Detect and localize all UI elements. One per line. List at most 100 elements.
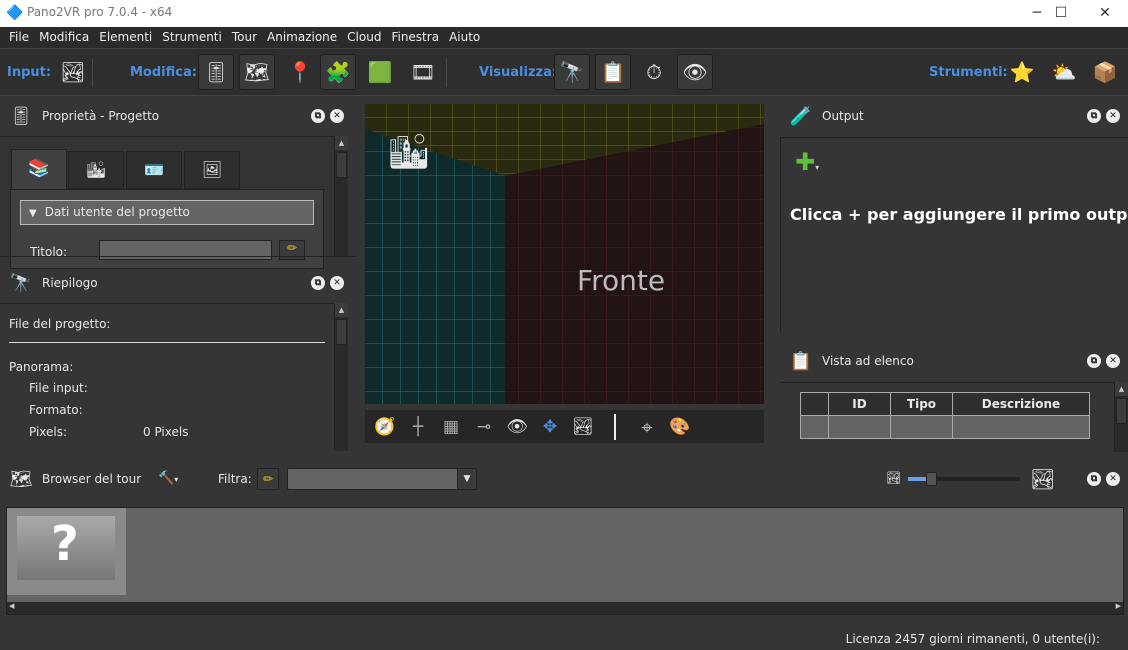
small-thumbnail-icon: 🏞 <box>886 471 902 485</box>
panorama-thumbnail[interactable]: ? <box>7 508 126 595</box>
maximize-button[interactable]: ☐ <box>1038 0 1084 27</box>
filter-combobox[interactable]: ▼ <box>287 468 477 490</box>
close-button[interactable]: ✕ <box>1082 0 1128 27</box>
stamp-dropdown-icon[interactable]: 🔨▾ <box>158 471 178 486</box>
viewer-toolbar: 🧭 ┼ ▦ ⊸ 👁 ✥ 🏞 ⌖ 🎨 <box>365 410 764 443</box>
output-header: 🧪 Output <box>780 100 1128 132</box>
menu-animazione[interactable]: Animazione <box>262 27 342 48</box>
dock-controls: ⧉ ✕ <box>1087 472 1120 486</box>
float-icon[interactable]: ⧉ <box>311 109 325 123</box>
divider <box>92 59 93 87</box>
strumenti-label: Strumenti: <box>929 65 1008 80</box>
app-logo-icon: 🔷 <box>6 5 24 21</box>
move-arrows-icon[interactable]: ✥ <box>538 417 562 437</box>
float-icon[interactable]: ⧉ <box>311 276 325 290</box>
properties-sliders-icon[interactable]: 🎚 <box>198 54 234 90</box>
animation-film-icon[interactable]: 🎞 <box>405 54 441 90</box>
slider-handle[interactable] <box>926 472 937 486</box>
patch-tool-icon[interactable]: ⭐ <box>1004 54 1040 90</box>
column-header-id[interactable]: ID <box>828 392 891 416</box>
project-file-label: File del progetto: <box>9 317 111 331</box>
tour-map-icon[interactable]: 🗺 <box>239 54 275 90</box>
question-mark-icon: ? <box>51 516 79 572</box>
menu-cloud[interactable]: Cloud <box>342 27 386 48</box>
divider <box>446 59 447 87</box>
menu-aiuto[interactable]: Aiuto <box>444 27 485 48</box>
clipboard-icon[interactable]: 📋 <box>595 54 631 90</box>
barrier-icon[interactable]: ⊸ <box>472 417 496 437</box>
menu-modifica[interactable]: Modifica <box>34 27 94 48</box>
tab-content: ▼ Dati utente del progetto Titolo: ✏ <box>10 189 324 269</box>
list-view-header: 📋 Vista ad elenco <box>780 345 1128 377</box>
summary-scrollbar[interactable]: ▲ <box>334 303 348 451</box>
view-cone-icon[interactable]: 👁 <box>505 417 529 437</box>
panorama-label: Panorama: <box>9 360 74 374</box>
table-row[interactable] <box>800 415 1090 439</box>
grid-icon[interactable]: ▦ <box>439 417 463 437</box>
menu-bar: File Modifica Elementi Strumenti Tour An… <box>0 27 1128 48</box>
eye-preview-icon[interactable]: 👁 <box>677 54 713 90</box>
menu-file[interactable]: File <box>4 27 34 48</box>
list-view-content: ID Tipo Descrizione <box>780 382 1114 452</box>
menu-elementi[interactable]: Elementi <box>94 27 157 48</box>
menu-finestra[interactable]: Finestra <box>386 27 444 48</box>
crosshair-icon[interactable]: ┼ <box>406 417 430 437</box>
target-icon[interactable]: ⌖ <box>635 415 659 439</box>
weather-icon[interactable]: ⛅ <box>1046 54 1082 90</box>
skin-editor-icon[interactable]: 🧩 <box>320 54 356 90</box>
chevron-down-icon[interactable]: ▼ <box>457 469 476 489</box>
output-panel: 🧪 Output ⧉ ✕ ✚▾ Clicca + per aggiungere i… <box>780 100 1128 334</box>
column-header[interactable] <box>800 392 829 416</box>
divider <box>9 342 325 343</box>
edit-pencil-icon[interactable]: ✏ <box>279 240 305 260</box>
float-icon[interactable]: ⧉ <box>1087 109 1101 123</box>
convert-icon[interactable]: 📦 <box>1087 54 1123 90</box>
horizontal-scrollbar[interactable]: ◀ ▶ <box>7 602 1123 614</box>
visualizza-label: Visualizza: <box>479 65 558 80</box>
summary-header: 🔭 Riepilogo <box>0 267 356 299</box>
panorama-viewer[interactable]: 🏙 Fronte <box>365 104 764 404</box>
panorama-icon[interactable]: 🏞 <box>571 417 595 437</box>
input-label: Input: <box>7 65 52 80</box>
column-header-tipo[interactable]: Tipo <box>890 392 953 416</box>
close-panel-icon[interactable]: ✕ <box>1106 109 1120 123</box>
output-empty-message: Clicca + per aggiungere il primo output! <box>790 205 1128 224</box>
file-input-label: File input: <box>29 381 88 395</box>
close-panel-icon[interactable]: ✕ <box>1106 472 1120 486</box>
float-icon[interactable]: ⧉ <box>1087 472 1101 486</box>
title-bar: 🔷 Pano2VR pro 7.0.4 - x64 ─ ☐ ✕ <box>0 0 1128 27</box>
add-output-button[interactable]: ✚▾ <box>795 148 819 176</box>
float-icon[interactable]: ⧉ <box>1087 354 1101 368</box>
column-header-descrizione[interactable]: Descrizione <box>952 392 1090 416</box>
close-panel-icon[interactable]: ✕ <box>1106 354 1120 368</box>
list-scrollbar[interactable]: ▲ <box>1114 382 1128 452</box>
tab-user-data[interactable]: 🪪 <box>126 151 182 189</box>
window-title: Pano2VR pro 7.0.4 - x64 <box>27 5 173 19</box>
binoculars-icon[interactable]: 🔭 <box>554 54 590 90</box>
face-label: Fronte <box>577 264 666 297</box>
titolo-input[interactable] <box>99 240 272 260</box>
scroll-left-icon[interactable]: ◀ <box>9 602 14 610</box>
properties-scrollbar[interactable]: ▲ <box>334 136 348 256</box>
google-street-view-icon[interactable]: 🟩 <box>362 54 398 90</box>
thumbnail-size-slider[interactable] <box>908 472 1020 486</box>
tab-project[interactable]: 📚 <box>11 149 67 189</box>
tour-browser-content: ? ◀ ▶ <box>6 507 1124 615</box>
tab-viewer[interactable]: 🖼 <box>184 151 240 189</box>
close-panel-icon[interactable]: ✕ <box>330 109 344 123</box>
filter-edit-icon[interactable]: ✏ <box>257 468 279 490</box>
output-title: Output <box>822 109 864 123</box>
stopwatch-icon[interactable]: ⏱ <box>636 54 672 90</box>
menu-tour[interactable]: Tour <box>227 27 262 48</box>
scroll-right-icon[interactable]: ▶ <box>1116 602 1121 610</box>
tab-panorama[interactable]: 🏙 <box>68 151 124 189</box>
color-circles-icon[interactable]: 🎨 <box>668 417 692 437</box>
close-panel-icon[interactable]: ✕ <box>330 276 344 290</box>
floor-plan-icon[interactable]: 📍 <box>282 54 318 90</box>
add-panorama-icon[interactable]: 🏞 <box>55 54 91 90</box>
list-table: ID Tipo Descrizione <box>800 392 1090 439</box>
section-toggle[interactable]: ▼ Dati utente del progetto <box>20 200 314 225</box>
pixels-label: Pixels: <box>29 425 68 439</box>
compass-icon[interactable]: 🧭 <box>373 417 397 437</box>
menu-strumenti[interactable]: Strumenti <box>157 27 227 48</box>
